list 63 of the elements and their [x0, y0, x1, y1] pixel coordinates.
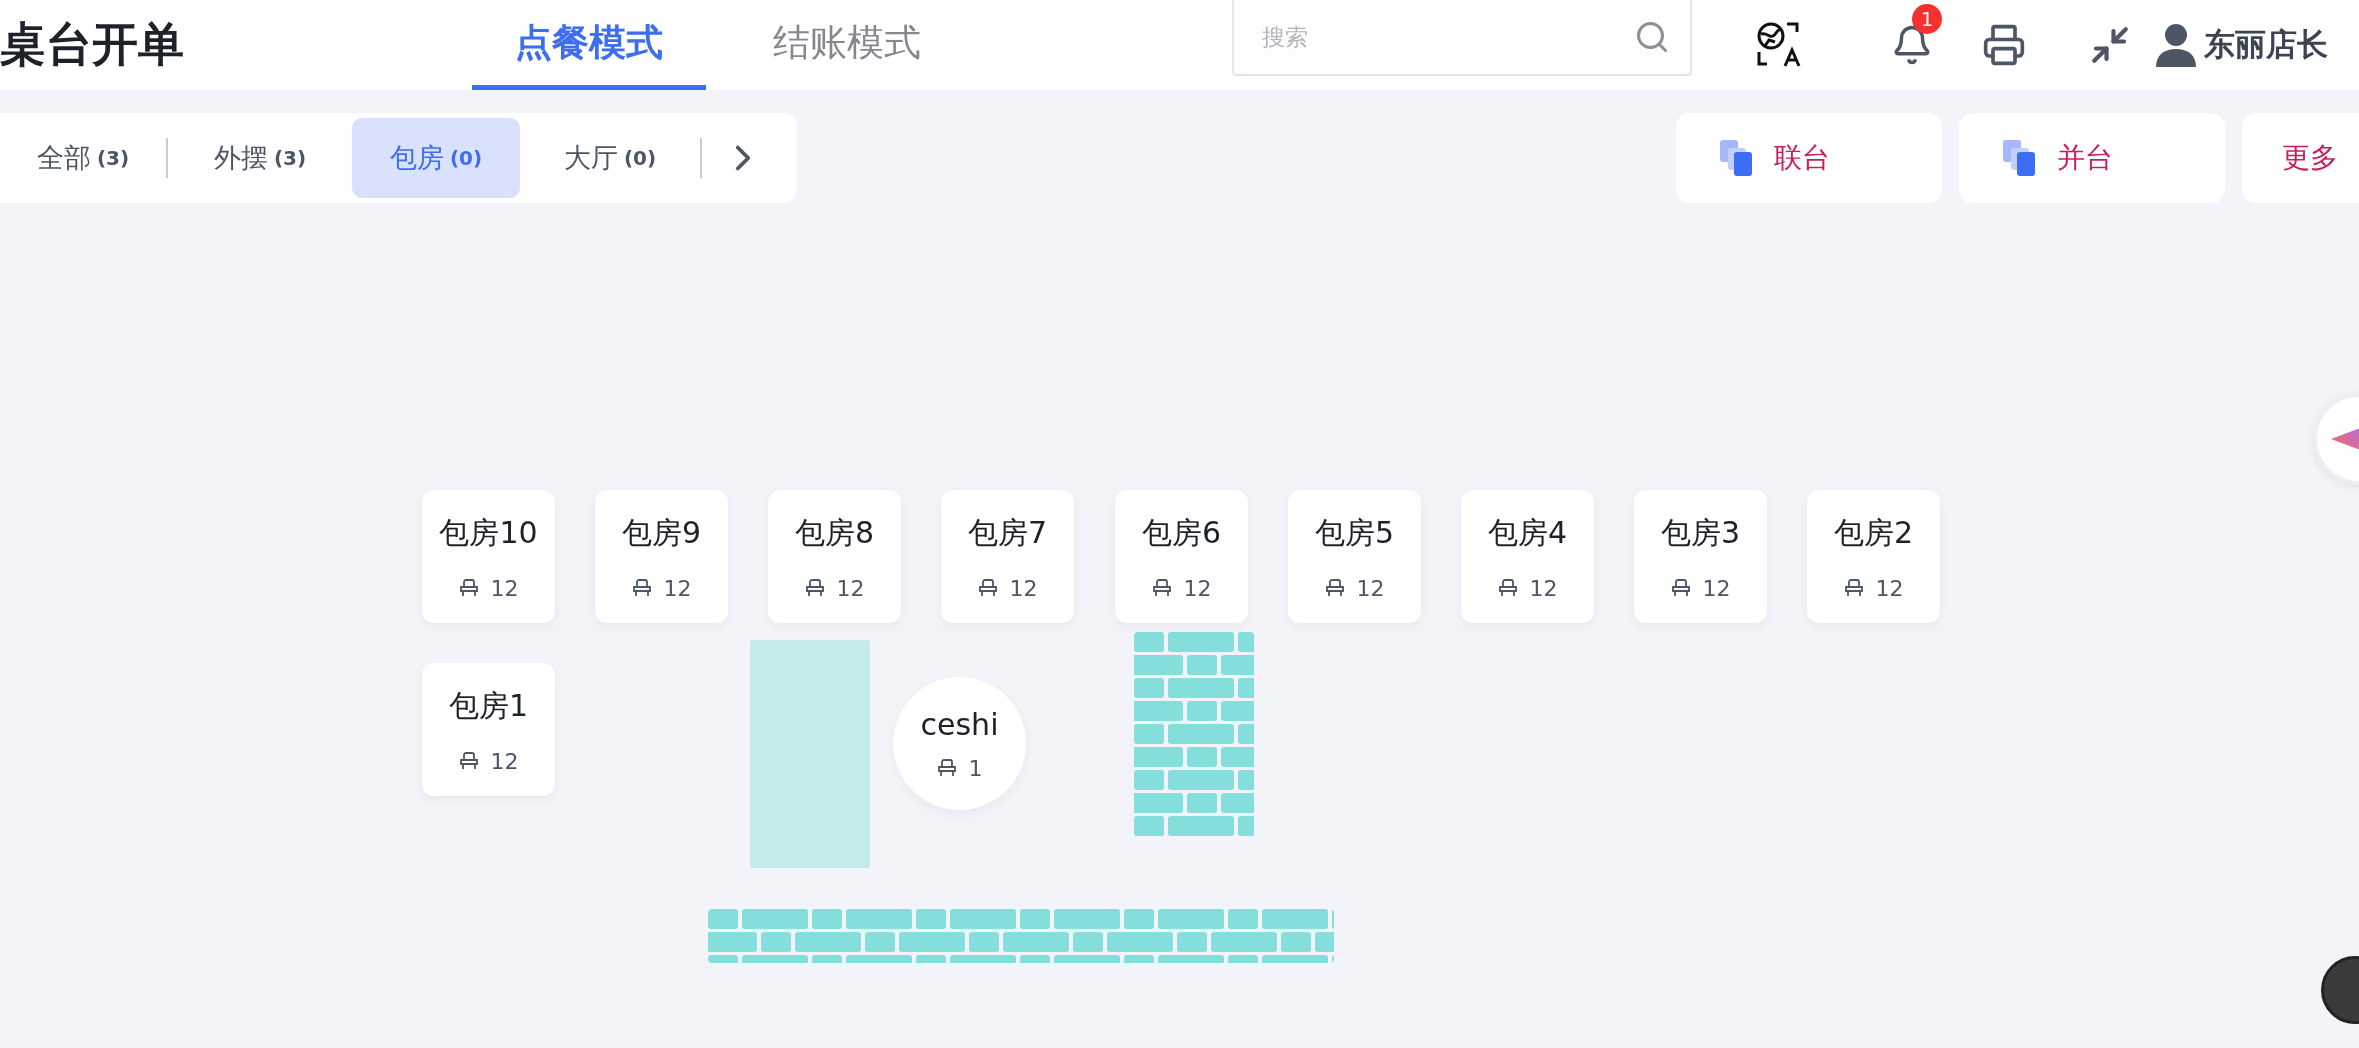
- seat-count: 12: [1529, 575, 1558, 601]
- table-card[interactable]: 包房4 12: [1461, 490, 1594, 623]
- user-name[interactable]: 东丽店长: [2204, 24, 2328, 66]
- search-field[interactable]: 搜索: [1260, 23, 1634, 51]
- table-name: 包房3: [1660, 513, 1741, 552]
- search-icon: [1634, 19, 1670, 55]
- area-tab[interactable]: 外摆 (3): [168, 118, 352, 198]
- notification-badge: 1: [1912, 4, 1942, 34]
- action-button[interactable]: 更多: [2242, 113, 2359, 203]
- table-card[interactable]: 包房5 12: [1288, 490, 1421, 623]
- overlap-squares-icon: [1720, 140, 1754, 176]
- action-button[interactable]: 并台: [1959, 113, 2225, 203]
- mode-tab[interactable]: 点餐模式: [472, 0, 706, 90]
- table-card[interactable]: ceshi 1: [893, 677, 1026, 810]
- seat-count: 1: [968, 755, 983, 781]
- action-button[interactable]: 联台: [1676, 113, 1942, 203]
- minimize-icon[interactable]: [2089, 24, 2131, 66]
- area-tab[interactable]: 全部 (3): [0, 118, 166, 198]
- page-title: 桌台开单: [0, 16, 185, 73]
- chair-icon: [631, 578, 652, 598]
- table-card[interactable]: 包房9 12: [595, 490, 728, 623]
- area-tab[interactable]: 大厅 (0): [520, 118, 700, 198]
- seat-count: 12: [1702, 575, 1731, 601]
- seat-count: 12: [663, 575, 692, 601]
- chair-icon: [1324, 578, 1345, 598]
- chair-icon: [458, 578, 479, 598]
- chair-icon: [936, 758, 957, 778]
- chair-icon: [458, 751, 479, 771]
- table-name: 包房4: [1487, 513, 1568, 552]
- seat-count: 12: [490, 575, 519, 601]
- printer-icon[interactable]: [1982, 23, 2026, 67]
- chair-icon: [1497, 578, 1518, 598]
- chair-icon: [1670, 578, 1691, 598]
- mode-tab[interactable]: 结账模式: [730, 0, 964, 90]
- table-card[interactable]: 包房7 12: [941, 490, 1074, 623]
- table-card[interactable]: 包房8 12: [768, 490, 901, 623]
- seat-count: 12: [490, 748, 519, 774]
- table-name: 包房5: [1314, 513, 1395, 552]
- chair-icon: [804, 578, 825, 598]
- search-bar[interactable]: 搜索: [1232, 0, 1692, 76]
- chair-icon: [977, 578, 998, 598]
- user-icon: [2156, 23, 2196, 67]
- seat-count: 12: [1875, 575, 1904, 601]
- table-name: 包房6: [1141, 513, 1222, 552]
- table-card[interactable]: 包房2 12: [1807, 490, 1940, 623]
- chair-icon: [1151, 578, 1172, 598]
- seat-count: 12: [1183, 575, 1212, 601]
- table-card[interactable]: 包房10 12: [422, 490, 555, 623]
- chair-icon: [1843, 578, 1864, 598]
- overlap-squares-icon: [2003, 140, 2037, 176]
- seat-count: 12: [1356, 575, 1385, 601]
- table-name: 包房8: [794, 513, 875, 552]
- table-name: 包房7: [967, 513, 1048, 552]
- table-name: 包房2: [1833, 513, 1914, 552]
- seat-count: 12: [836, 575, 865, 601]
- table-name: 包房10: [439, 513, 538, 552]
- table-card[interactable]: 包房3 12: [1634, 490, 1767, 623]
- table-name: 包房1: [448, 686, 529, 725]
- table-name: ceshi: [920, 706, 999, 742]
- table-card[interactable]: 包房1 12: [422, 663, 555, 796]
- table-card[interactable]: 包房6 12: [1115, 490, 1248, 623]
- seat-count: 12: [1009, 575, 1038, 601]
- table-name: 包房9: [621, 513, 702, 552]
